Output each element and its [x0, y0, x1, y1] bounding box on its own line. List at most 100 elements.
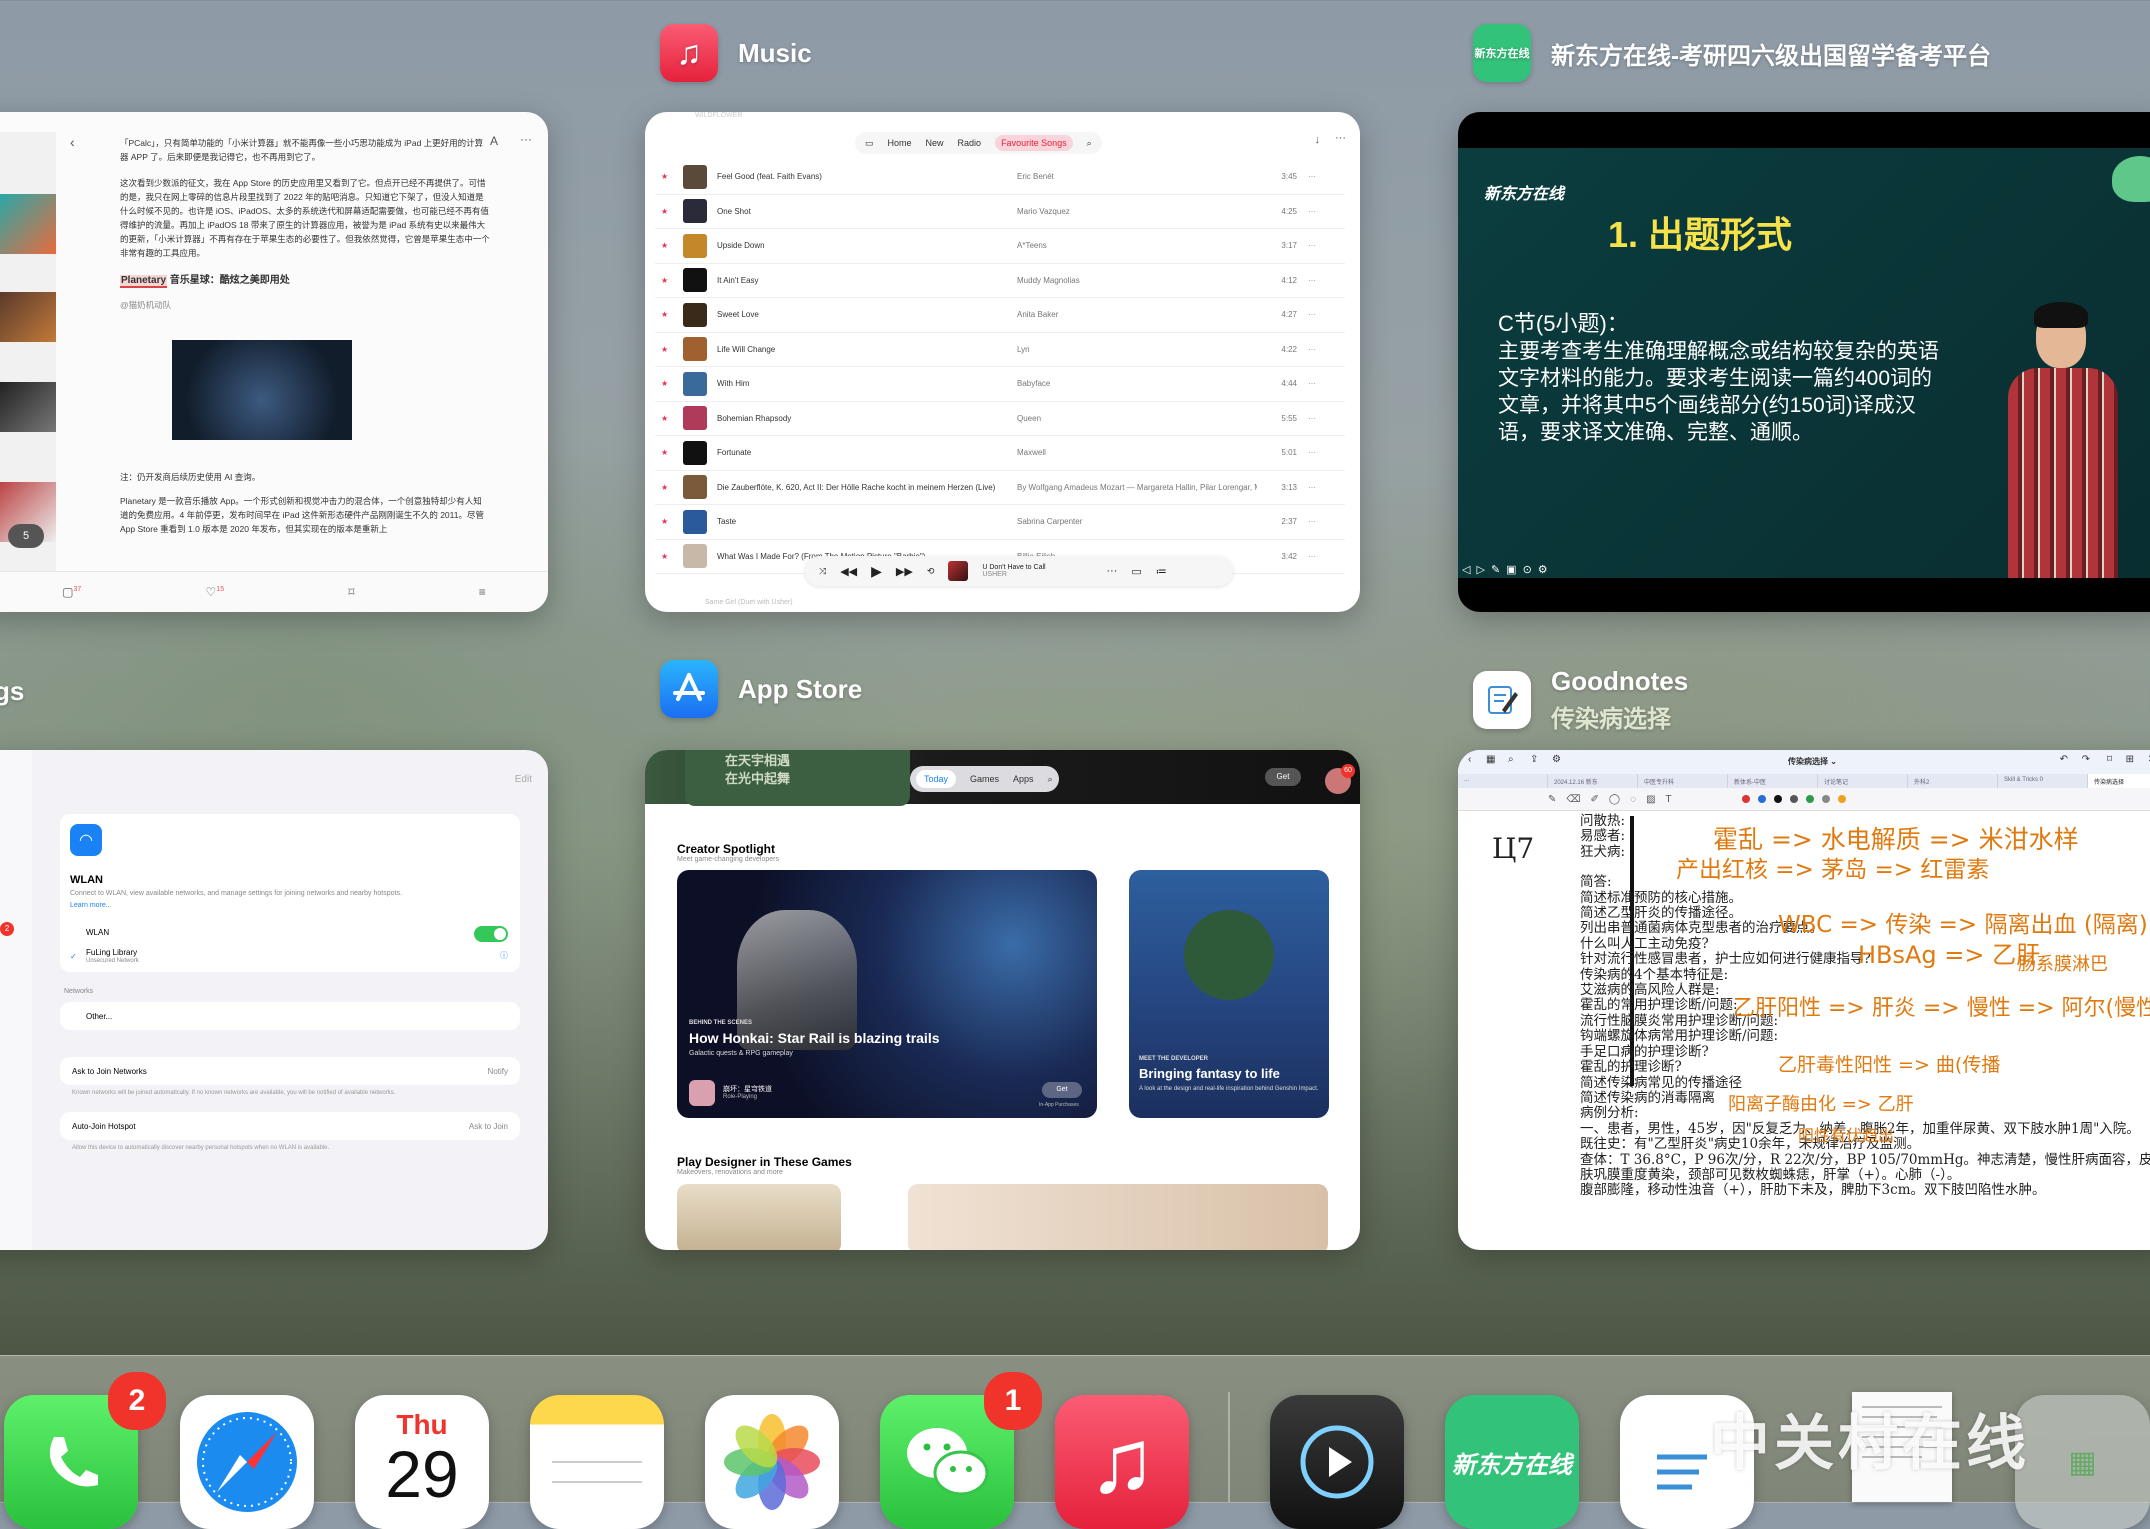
- more-icon[interactable]: ···: [1297, 517, 1327, 526]
- notebook-tab[interactable]: 传染病选择: [2088, 774, 2150, 788]
- song-row[interactable]: ★ Feel Good (feat. Faith Evans) Eric Benét…: [655, 160, 1345, 195]
- more-icon[interactable]: ···: [1297, 552, 1327, 561]
- bookmark-icon[interactable]: ⌑: [348, 585, 354, 599]
- highlighted-text[interactable]: Planetary: [120, 275, 168, 288]
- song-artist[interactable]: Queen: [1017, 414, 1257, 423]
- repeat-icon[interactable]: ⟲: [927, 566, 935, 577]
- more-icon[interactable]: ···: [1297, 172, 1327, 181]
- grid-icon[interactable]: ▦: [1486, 754, 1495, 765]
- settings-app-label[interactable]: gs: [0, 676, 24, 707]
- music-app-window[interactable]: WILDFLOWER ▭ Home New Radio Favourite So…: [645, 112, 1360, 612]
- notebook-tab[interactable]: ...: [1458, 774, 1548, 788]
- more-icon[interactable]: ···: [1297, 241, 1327, 250]
- account-avatar[interactable]: 60: [1325, 764, 1355, 794]
- more-icon[interactable]: ···: [1297, 414, 1327, 423]
- search-icon[interactable]: ⌕: [1508, 754, 1514, 765]
- tab-favourite-songs[interactable]: Favourite Songs: [995, 135, 1073, 151]
- other-network-row[interactable]: Other...: [60, 1002, 520, 1030]
- pen-tool-icon[interactable]: ✎: [1548, 794, 1556, 805]
- more-icon[interactable]: ···: [520, 132, 532, 146]
- lecture-video[interactable]: 新东方在线 1. 出题形式 C节(5小题)： 主要考查考生准确理解概念或结构较复…: [1458, 148, 2150, 578]
- notebook-tab[interactable]: 新体系-中医: [1728, 774, 1818, 788]
- color-swatch[interactable]: [1821, 795, 1830, 803]
- sidebar-toggle-icon[interactable]: ▭: [865, 138, 874, 149]
- undo-icon[interactable]: ↶: [2060, 754, 2068, 765]
- search-icon[interactable]: ⌕: [1087, 138, 1092, 149]
- more-icon[interactable]: ···: [1297, 345, 1327, 354]
- notebook-tab[interactable]: 中医专升科: [1638, 774, 1728, 788]
- info-icon[interactable]: ⓘ: [500, 950, 508, 961]
- song-artist[interactable]: Muddy Magnolias: [1017, 276, 1257, 285]
- comment-icon[interactable]: ▢37: [62, 585, 81, 599]
- dock-video-player[interactable]: [1270, 1395, 1404, 1529]
- xdf-app-label[interactable]: 新东方在线 新东方在线-考研四六级出国留学备考平台: [1473, 24, 1991, 82]
- tab-apps[interactable]: Apps: [1013, 774, 1034, 784]
- dock-photos[interactable]: [705, 1395, 839, 1529]
- text-size-icon[interactable]: A: [490, 134, 498, 148]
- back-chevron-icon[interactable]: ‹: [1468, 754, 1471, 765]
- share-icon[interactable]: ⇪: [1530, 754, 1538, 765]
- notebook-tab[interactable]: Skill & Tricks 0: [1998, 774, 2088, 788]
- settings-icon[interactable]: ⚙: [1538, 563, 1548, 576]
- dock-xdf[interactable]: 新东方在线: [1445, 1395, 1579, 1529]
- more-icon[interactable]: ···: [1297, 207, 1327, 216]
- queue-icon[interactable]: ≔: [1156, 565, 1167, 578]
- song-artist[interactable]: By Wolfgang Amadeus Mozart — Margareta H…: [1017, 483, 1257, 492]
- song-row[interactable]: ★ Bohemian Rhapsody Queen 5:55 ···: [655, 402, 1345, 436]
- color-swatch[interactable]: [1805, 795, 1814, 803]
- bookmark-icon[interactable]: ⌑: [2107, 754, 2112, 765]
- more-icon[interactable]: ···: [1106, 565, 1117, 577]
- shuffle-icon[interactable]: ⤨: [819, 566, 826, 577]
- settings-icon[interactable]: ⚙: [1552, 754, 1561, 765]
- tab-new[interactable]: New: [926, 138, 944, 148]
- color-swatch[interactable]: [1757, 795, 1766, 803]
- highlighter-icon[interactable]: ✐: [1591, 794, 1599, 805]
- pen-icon[interactable]: ✎: [1491, 563, 1500, 576]
- mini-player[interactable]: ⤨ ◀◀ ▶ ▶▶ ⟲ U Don't Have to Call USHER ·…: [805, 556, 1233, 586]
- song-row[interactable]: ★ Die Zauberflöte, K. 620, Act II: Der Hö…: [655, 471, 1345, 505]
- screen-icon[interactable]: ▣: [1506, 563, 1516, 576]
- network-name[interactable]: FuLing Library: [86, 948, 137, 957]
- more-icon[interactable]: ···: [1297, 483, 1327, 492]
- song-row[interactable]: ★ Taste Sabrina Carpenter 2:37 ···: [655, 505, 1345, 540]
- banner-get-button[interactable]: Get: [1265, 768, 1301, 786]
- more-icon[interactable]: ···: [1297, 276, 1327, 285]
- search-icon[interactable]: ⌕: [1048, 774, 1053, 785]
- color-swatch[interactable]: [1773, 795, 1782, 803]
- ask-join-row[interactable]: Ask to Join Networks Notify: [60, 1057, 520, 1085]
- tab-games[interactable]: Games: [970, 774, 999, 784]
- auto-join-row[interactable]: Auto-Join Hotspot Ask to Join: [60, 1112, 520, 1140]
- settings-app-window[interactable]: 2 Edit ◠ WLAN Connect to WLAN, view avai…: [0, 750, 548, 1250]
- song-row[interactable]: ★ With Him Babyface 4:44 ···: [655, 367, 1345, 402]
- song-artist[interactable]: Lyn: [1017, 345, 1257, 354]
- document-title[interactable]: 传染病选择 ⌄: [1788, 756, 1837, 767]
- next-icon[interactable]: ▶▶: [896, 565, 913, 578]
- rewind-icon[interactable]: ◁: [1462, 563, 1470, 576]
- tab-home[interactable]: Home: [888, 138, 912, 148]
- goodnotes-app-label[interactable]: Goodnotes 传染病选择: [1473, 666, 1688, 734]
- dock-notes[interactable]: [530, 1395, 664, 1529]
- lyrics-icon[interactable]: ▭: [1131, 565, 1141, 578]
- more-icon[interactable]: ···: [1297, 379, 1327, 388]
- goodnotes-app-window[interactable]: ‹ ▦ ⌕ ⇪ ⚙ 传染病选择 ⌄ ↶ ↷ ⌑ ⊞ ✕ ...2024.12.1…: [1458, 750, 2150, 1250]
- learn-more-link[interactable]: Learn more...: [70, 902, 112, 909]
- article-app-window[interactable]: 5 ‹ A ··· 「PCalc」，只有简单功能的「小米计算器」就不能再像一些小…: [0, 112, 548, 612]
- song-row[interactable]: ★ It Ain't Easy Muddy Magnolias 4:12 ···: [655, 264, 1345, 298]
- get-button[interactable]: Get: [1042, 1082, 1082, 1098]
- dock-safari[interactable]: [180, 1395, 314, 1529]
- notebook-tab[interactable]: 外科2: [1908, 774, 1998, 788]
- dock-app-library[interactable]: ▦: [2015, 1395, 2150, 1529]
- text-icon[interactable]: T: [1666, 794, 1672, 805]
- article-thumb[interactable]: [0, 292, 56, 342]
- article-thumb[interactable]: [0, 194, 56, 254]
- song-row[interactable]: ★ Life Will Change Lyn 4:22 ···: [655, 333, 1345, 367]
- back-chevron-icon[interactable]: ‹: [70, 134, 75, 150]
- song-row[interactable]: ★ One Shot Mario Vazquez 4:25 ···: [655, 195, 1345, 229]
- more-icon[interactable]: ···: [1335, 132, 1346, 144]
- play-icon[interactable]: ▶: [871, 563, 882, 580]
- appstore-app-label[interactable]: App Store: [660, 660, 862, 718]
- like-icon[interactable]: ♡15: [206, 585, 225, 599]
- article-thumb[interactable]: [0, 382, 56, 432]
- dock-music[interactable]: ♫: [1055, 1395, 1189, 1529]
- add-page-icon[interactable]: ⊞: [2126, 754, 2134, 765]
